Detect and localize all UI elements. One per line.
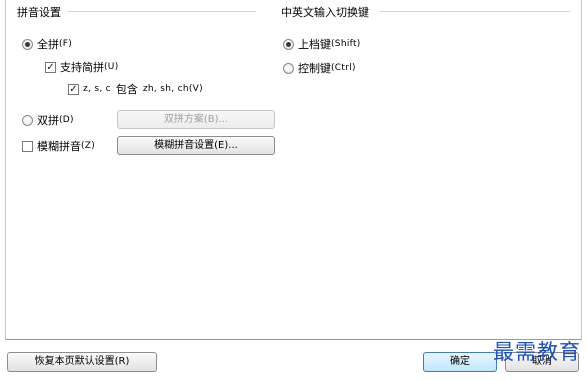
support-abbrev-checkbox[interactable]: ✓ 支持简拼 (U) [45, 60, 119, 74]
restore-defaults-button[interactable]: 恢复本页默认设置(R) [7, 352, 157, 372]
pinyin-group-divider [68, 11, 256, 12]
fuzzy-pinyin-check-icon[interactable] [22, 140, 33, 152]
ok-button[interactable]: 确定 [423, 352, 497, 372]
support-abbrev-label: 支持简拼 [60, 61, 104, 74]
zsc-key: (V) [188, 84, 203, 94]
double-scheme-button[interactable]: 双拼方案(B)... [117, 110, 275, 129]
zsc-suffix: zh, sh, ch [142, 84, 189, 94]
shift-radio[interactable]: 上档键 (Shift) [283, 37, 361, 51]
fuzzy-pinyin-key: (Z) [81, 141, 96, 151]
double-pinyin-key: (D) [59, 115, 74, 125]
ctrl-label: 控制键 [298, 62, 331, 75]
full-pinyin-label: 全拼 [37, 38, 59, 51]
fuzzy-pinyin-checkbox[interactable]: 模糊拼音 (Z) [22, 139, 95, 153]
fuzzy-settings-button[interactable]: 模糊拼音设置(E)... [117, 136, 275, 155]
fuzzy-pinyin-label: 模糊拼音 [37, 140, 81, 153]
shift-radio-dot[interactable] [283, 38, 294, 50]
switch-group-divider [380, 11, 570, 12]
support-abbrev-check-icon[interactable]: ✓ [45, 61, 56, 73]
settings-panel [5, 0, 582, 340]
full-pinyin-key: (F) [59, 39, 73, 49]
shift-key: (Shift) [331, 39, 361, 49]
full-pinyin-radio-dot[interactable] [22, 38, 33, 50]
double-pinyin-radio[interactable]: 双拼 (D) [22, 113, 74, 127]
ctrl-radio[interactable]: 控制键 (Ctrl) [283, 61, 356, 75]
zsc-checkbox[interactable]: ✓ z, s, c 包含 zh, sh, ch (V) [68, 82, 203, 96]
zsc-check-icon[interactable]: ✓ [68, 83, 79, 95]
switch-settings-title: 中英文输入切换键 [281, 6, 369, 19]
double-pinyin-radio-dot[interactable] [22, 114, 33, 126]
zsc-contains: 包含 [115, 83, 138, 96]
ctrl-key: (Ctrl) [331, 63, 356, 73]
support-abbrev-key: (U) [104, 62, 119, 72]
shift-label: 上档键 [298, 38, 331, 51]
ctrl-radio-dot[interactable] [283, 62, 294, 74]
zsc-prefix: z, s, c [83, 84, 111, 94]
full-pinyin-radio[interactable]: 全拼 (F) [22, 37, 72, 51]
double-pinyin-label: 双拼 [37, 114, 59, 127]
pinyin-settings-title: 拼音设置 [17, 6, 61, 19]
watermark-logo: 最需教育 [493, 340, 581, 364]
